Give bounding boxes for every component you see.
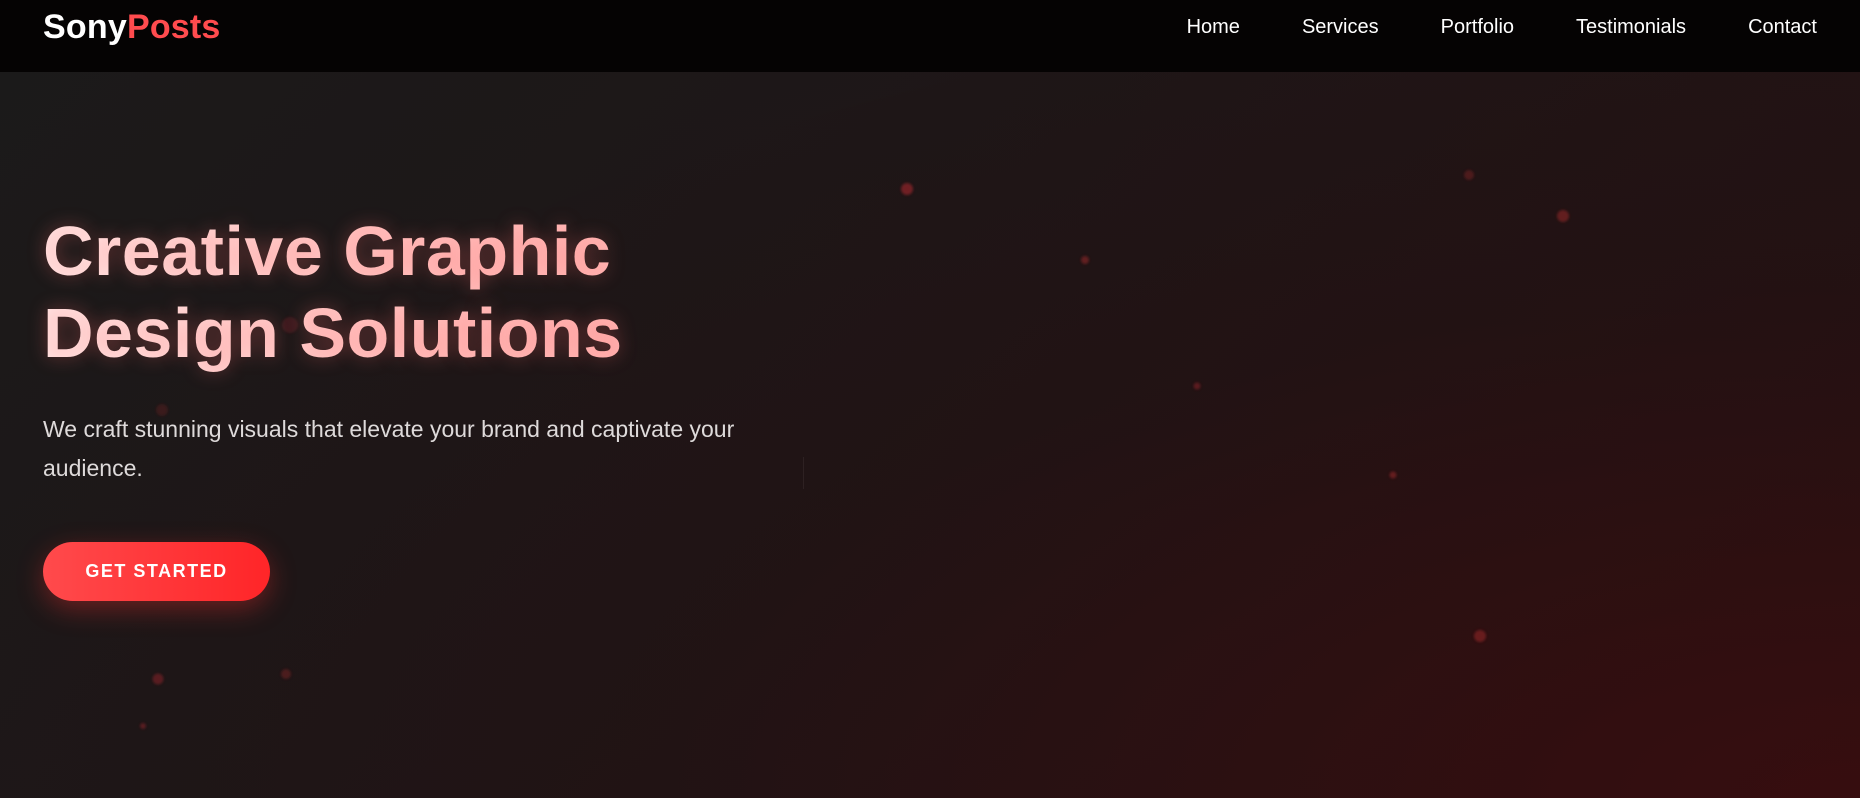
hero-title: Creative Graphic Design Solutions xyxy=(43,210,823,374)
top-navbar: Sony Posts Home Services Portfolio Testim… xyxy=(0,0,1860,72)
logo-text-accent: Posts xyxy=(126,7,221,46)
nav-links: Home Services Portfolio Testimonials Con… xyxy=(1187,16,1817,39)
get-started-button[interactable]: GET STARTED xyxy=(43,542,270,601)
particle xyxy=(140,723,146,729)
particle xyxy=(1389,471,1397,479)
hero-section: Creative Graphic Design Solutions We cra… xyxy=(43,210,823,601)
particle xyxy=(1193,382,1201,390)
nav-link-services[interactable]: Services xyxy=(1302,16,1379,39)
particle xyxy=(281,669,291,679)
particle xyxy=(1464,170,1474,180)
particle xyxy=(1557,210,1569,222)
particle xyxy=(152,673,164,685)
nav-link-home[interactable]: Home xyxy=(1187,16,1240,39)
nav-link-testimonials[interactable]: Testimonials xyxy=(1576,16,1686,39)
nav-link-portfolio[interactable]: Portfolio xyxy=(1441,16,1514,39)
hero-title-line1: Creative Graphic xyxy=(43,212,612,290)
particle xyxy=(901,183,913,195)
nav-link-contact[interactable]: Contact xyxy=(1748,16,1817,39)
hero-title-line2: Design Solutions xyxy=(43,294,623,372)
logo-text-primary: Sony xyxy=(43,7,127,46)
particle xyxy=(1474,630,1486,642)
hero-subtitle: We craft stunning visuals that elevate y… xyxy=(43,416,735,481)
site-logo[interactable]: Sony Posts xyxy=(43,8,221,47)
particle xyxy=(1081,256,1089,264)
landing-page: Sony Posts Home Services Portfolio Testim… xyxy=(0,0,1860,798)
